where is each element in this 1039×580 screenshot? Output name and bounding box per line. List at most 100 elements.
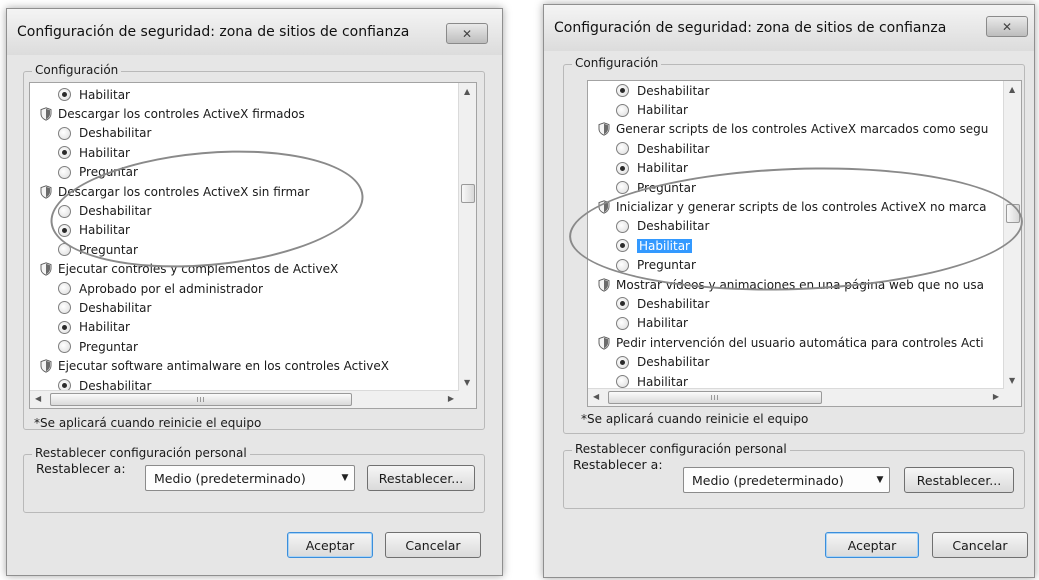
scroll-right-icon[interactable]: ▶: [993, 392, 999, 401]
radio-unchecked-icon[interactable]: [616, 258, 629, 272]
radio-option[interactable]: Deshabilitar: [30, 124, 459, 143]
cancel-button[interactable]: Cancelar: [385, 532, 481, 558]
radio-checked-icon[interactable]: [616, 239, 629, 253]
settings-list[interactable]: Deshabilitar Habilitar Generar scripts de …: [587, 80, 1022, 407]
horizontal-scrollbar[interactable]: ◀ III ▶: [30, 390, 459, 408]
horizontal-scrollbar[interactable]: ◀ III ▶: [588, 388, 1004, 406]
radio-option-label: Deshabilitar: [79, 204, 152, 219]
setting-item[interactable]: Ejecutar software antimalware en los con…: [30, 356, 459, 375]
radio-option[interactable]: Aprobado por el administrador: [30, 279, 459, 298]
radio-option[interactable]: Habilitar: [588, 372, 1004, 389]
close-button[interactable]: ✕: [446, 23, 488, 44]
radio-checked-icon[interactable]: [58, 320, 71, 334]
radio-option[interactable]: Habilitar: [588, 314, 1004, 333]
radio-unchecked-icon[interactable]: [616, 375, 629, 389]
radio-checked-icon[interactable]: [616, 84, 629, 98]
shield-icon: [40, 359, 52, 373]
security-settings-dialog: Configuración de seguridad: zona de siti…: [543, 4, 1035, 578]
vertical-scroll-thumb[interactable]: [1006, 204, 1020, 223]
setting-item[interactable]: Ejecutar controles y complementos de Act…: [30, 260, 459, 279]
reset-button[interactable]: Restablecer...: [904, 467, 1014, 493]
horizontal-scroll-thumb[interactable]: III: [50, 393, 352, 406]
radio-checked-icon[interactable]: [616, 355, 629, 369]
radio-unchecked-icon[interactable]: [616, 103, 629, 117]
scroll-left-icon[interactable]: ◀: [593, 392, 599, 401]
settings-group: Configuración Deshabilitar Habilitar Gener…: [563, 56, 1025, 434]
radio-unchecked-icon[interactable]: [58, 165, 71, 179]
radio-option[interactable]: Preguntar: [30, 240, 459, 259]
ok-button[interactable]: Aceptar: [825, 532, 919, 558]
vertical-scrollbar[interactable]: ▲ ▼: [1003, 81, 1021, 389]
radio-option-label: Deshabilitar: [637, 83, 710, 98]
title-bar[interactable]: Configuración de seguridad: zona de siti…: [544, 5, 1034, 51]
radio-option[interactable]: Habilitar: [588, 100, 1004, 119]
reset-group-label: Restablecer configuración personal: [32, 446, 250, 460]
scroll-corner: [1004, 389, 1021, 406]
setting-item[interactable]: Inicializar y generar scripts de los con…: [588, 197, 1004, 216]
radio-unchecked-icon[interactable]: [58, 282, 71, 296]
radio-unchecked-icon[interactable]: [58, 340, 71, 354]
radio-option-label: Habilitar: [637, 238, 692, 253]
setting-item[interactable]: Pedir intervención del usuario automátic…: [588, 333, 1004, 352]
close-button[interactable]: ✕: [986, 16, 1028, 37]
vertical-scrollbar[interactable]: ▲ ▼: [458, 83, 476, 391]
radio-checked-icon[interactable]: [58, 146, 71, 160]
radio-unchecked-icon[interactable]: [58, 204, 71, 218]
radio-option[interactable]: Habilitar: [30, 85, 459, 104]
scroll-up-icon[interactable]: ▲: [1009, 85, 1015, 94]
reset-button[interactable]: Restablecer...: [367, 465, 475, 491]
scroll-right-icon[interactable]: ▶: [448, 394, 454, 403]
radio-option[interactable]: Preguntar: [588, 178, 1004, 197]
reset-group: Restablecer configuración personal Resta…: [23, 446, 485, 513]
setting-item[interactable]: Mostrar vídeos y animaciones en una pági…: [588, 275, 1004, 294]
setting-item[interactable]: Descargar los controles ActiveX firmados: [30, 104, 459, 123]
horizontal-scroll-thumb[interactable]: III: [608, 391, 822, 404]
radio-option[interactable]: Deshabilitar: [30, 201, 459, 220]
radio-option-label: Habilitar: [79, 223, 130, 238]
setting-item[interactable]: Generar scripts de los controles ActiveX…: [588, 120, 1004, 139]
settings-list[interactable]: Habilitar Descargar los controles ActiveX…: [29, 82, 477, 409]
title-bar[interactable]: Configuración de seguridad: zona de siti…: [7, 9, 502, 55]
radio-unchecked-icon[interactable]: [616, 181, 629, 195]
dialog-title: Configuración de seguridad: zona de siti…: [17, 24, 410, 40]
radio-option[interactable]: Deshabilitar: [588, 139, 1004, 158]
radio-checked-icon[interactable]: [58, 88, 71, 102]
radio-unchecked-icon[interactable]: [58, 126, 71, 140]
reset-level-select[interactable]: Medio (predeterminado) ▼: [683, 467, 890, 493]
setting-item[interactable]: Descargar los controles ActiveX sin firm…: [30, 182, 459, 201]
radio-option[interactable]: Deshabilitar: [30, 376, 459, 391]
radio-unchecked-icon[interactable]: [616, 219, 629, 233]
scroll-up-icon[interactable]: ▲: [464, 87, 470, 96]
radio-option[interactable]: Deshabilitar: [588, 294, 1004, 313]
ok-button[interactable]: Aceptar: [287, 532, 373, 558]
shield-icon: [598, 122, 610, 137]
setting-label: Descargar los controles ActiveX firmados: [58, 107, 305, 122]
radio-unchecked-icon[interactable]: [58, 301, 71, 315]
radio-unchecked-icon[interactable]: [616, 316, 629, 330]
radio-option[interactable]: Deshabilitar: [588, 81, 1004, 100]
radio-option-label: Habilitar: [637, 161, 688, 176]
vertical-scroll-thumb[interactable]: [461, 184, 475, 203]
radio-option[interactable]: Deshabilitar: [588, 352, 1004, 371]
cancel-button[interactable]: Cancelar: [932, 532, 1028, 558]
radio-option[interactable]: Habilitar: [588, 236, 1004, 255]
radio-option[interactable]: Habilitar: [30, 318, 459, 337]
radio-option[interactable]: Habilitar: [588, 159, 1004, 178]
reset-level-select[interactable]: Medio (predeterminado) ▼: [145, 465, 355, 491]
radio-option[interactable]: Deshabilitar: [588, 217, 1004, 236]
radio-option[interactable]: Habilitar: [30, 221, 459, 240]
reset-group-label: Restablecer configuración personal: [572, 442, 790, 456]
radio-option[interactable]: Preguntar: [30, 163, 459, 182]
radio-option[interactable]: Habilitar: [30, 143, 459, 162]
radio-option[interactable]: Deshabilitar: [30, 298, 459, 317]
radio-checked-icon[interactable]: [58, 223, 71, 237]
radio-checked-icon[interactable]: [616, 161, 629, 175]
radio-checked-icon[interactable]: [616, 297, 629, 311]
scroll-down-icon[interactable]: ▼: [464, 378, 470, 387]
radio-unchecked-icon[interactable]: [616, 142, 629, 156]
radio-option[interactable]: Preguntar: [588, 256, 1004, 275]
radio-unchecked-icon[interactable]: [58, 243, 71, 257]
scroll-left-icon[interactable]: ◀: [35, 394, 41, 403]
radio-option[interactable]: Preguntar: [30, 337, 459, 356]
scroll-down-icon[interactable]: ▼: [1009, 376, 1015, 385]
